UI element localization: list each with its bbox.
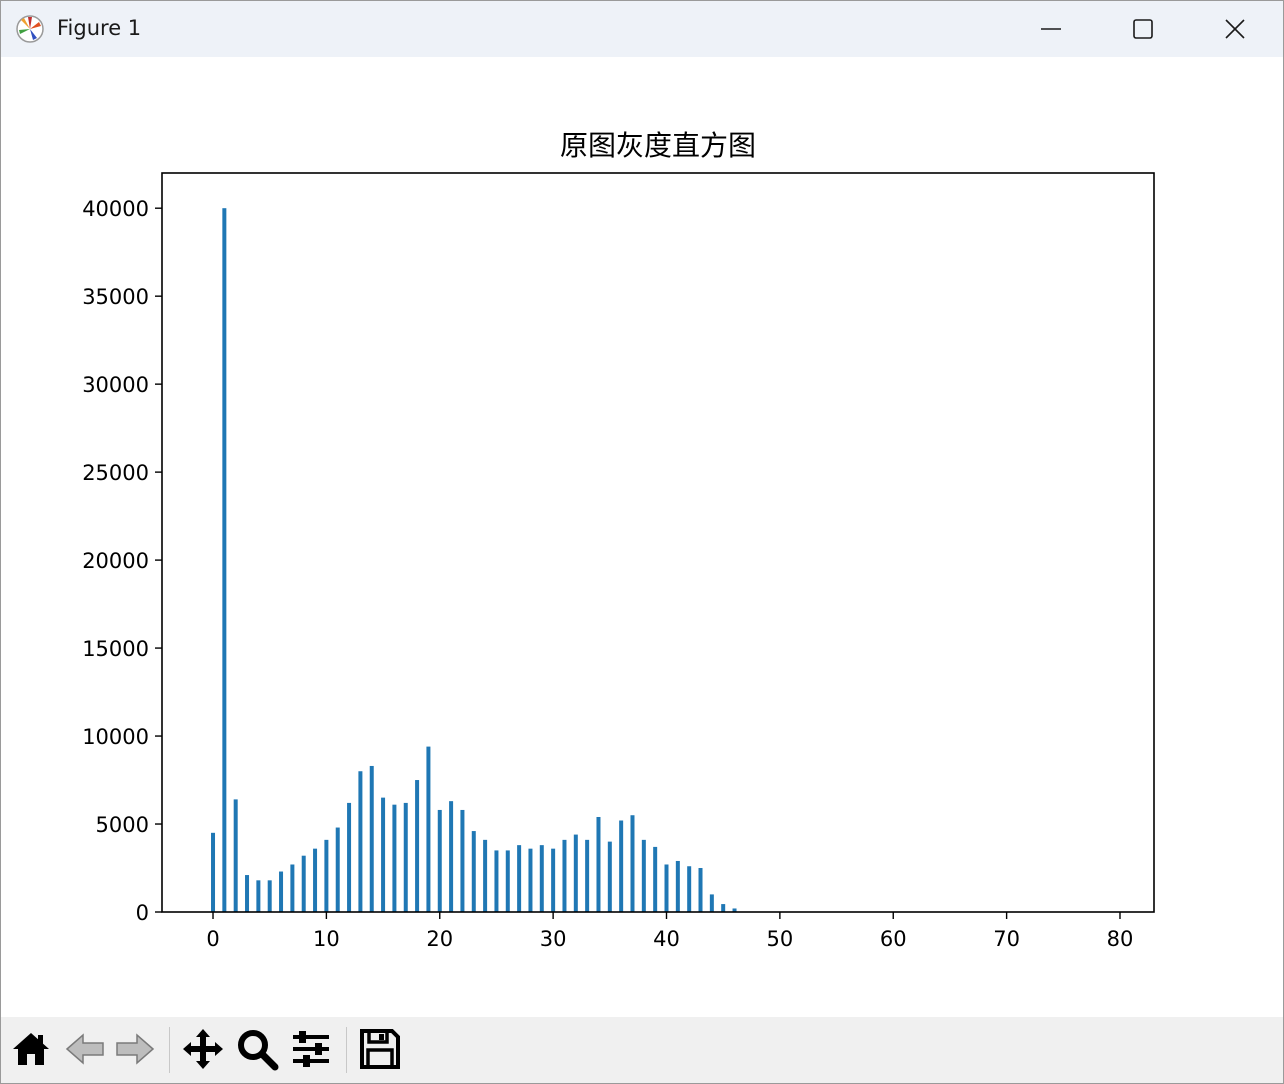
histogram-bar	[335, 827, 340, 912]
histogram-bar	[675, 860, 680, 912]
toolbar-separator	[169, 1027, 170, 1073]
toolbar-separator	[346, 1027, 347, 1073]
figure-window: Figure 1 原图灰度直方图 0 10 20 30 40 50 60 70 80 0 5000…	[0, 0, 1284, 1084]
configure-subplots-button[interactable]	[287, 1025, 335, 1075]
close-button[interactable]	[1189, 1, 1281, 57]
histogram-bar	[698, 868, 703, 912]
home-icon	[13, 1033, 49, 1065]
histogram-bar	[460, 809, 465, 912]
histogram-bar	[607, 841, 612, 912]
histogram-bar	[324, 839, 329, 912]
back-button[interactable]	[61, 1025, 109, 1075]
histogram-bar	[505, 850, 510, 912]
histogram-bar	[301, 855, 306, 912]
histogram-bar	[256, 880, 261, 912]
forward-button[interactable]	[111, 1025, 159, 1075]
y-tick-label: 25000	[82, 461, 149, 485]
histogram-bar	[222, 208, 227, 912]
chart-title: 原图灰度直方图	[560, 129, 756, 162]
x-tick-label: 40	[653, 927, 680, 951]
x-tick-label: 10	[313, 927, 340, 951]
histogram-bar	[653, 846, 658, 912]
y-tick-label: 35000	[82, 285, 149, 309]
histogram-bar	[709, 894, 714, 912]
left-arrow-icon	[65, 1033, 104, 1065]
histogram-bar	[596, 816, 601, 912]
sliders-icon	[293, 1031, 329, 1067]
histogram-bar	[573, 834, 578, 912]
histogram-bar	[585, 839, 590, 912]
histogram-bar	[358, 771, 363, 912]
y-tick-label: 15000	[82, 637, 149, 661]
axes-frame	[161, 172, 1155, 913]
histogram-bar	[426, 746, 431, 912]
histogram-bar	[528, 848, 533, 912]
y-tick-label: 40000	[82, 197, 149, 221]
histogram-bar	[562, 839, 567, 912]
histogram-bar	[415, 780, 420, 912]
histogram-bar	[245, 875, 250, 912]
x-tick-label: 70	[993, 927, 1020, 951]
histogram-bar	[392, 804, 397, 912]
y-tick-label: 10000	[82, 725, 149, 749]
histogram-bar	[517, 845, 522, 912]
histogram-bar	[449, 801, 454, 912]
y-tick-label: 30000	[82, 373, 149, 397]
floppy-disk-icon	[360, 1029, 400, 1069]
histogram-bar	[369, 765, 374, 912]
title-bar[interactable]: Figure 1	[1, 1, 1283, 57]
zoom-button[interactable]	[233, 1025, 281, 1075]
minimize-button[interactable]	[1005, 1, 1097, 57]
right-arrow-icon	[116, 1033, 155, 1065]
histogram-bar	[279, 871, 284, 912]
histogram-bar	[483, 839, 488, 912]
histogram-bar	[494, 850, 499, 912]
y-tick-label: 5000	[96, 813, 149, 837]
histogram-chart: 原图灰度直方图 0 10 20 30 40 50 60 70 80 0 5000 10000 1500…	[82, 129, 1155, 951]
histogram-bar	[347, 802, 352, 912]
histogram-bar	[641, 839, 646, 912]
histogram-bar	[664, 864, 669, 912]
matplotlib-logo-icon	[15, 14, 45, 44]
minimize-icon	[1041, 28, 1061, 30]
y-tick-label: 20000	[82, 549, 149, 573]
histogram-bar	[233, 799, 238, 912]
figure-canvas[interactable]: 原图灰度直方图 0 10 20 30 40 50 60 70 80 0 5000 10000 1500…	[1, 57, 1283, 1017]
histogram-bar	[471, 831, 476, 912]
histogram-bar	[381, 797, 386, 912]
histogram-bar	[619, 820, 624, 912]
save-button[interactable]	[356, 1025, 404, 1075]
maximize-button[interactable]	[1097, 1, 1189, 57]
x-tick-label: 80	[1107, 927, 1134, 951]
histogram-bar	[313, 848, 318, 912]
pan-button[interactable]	[179, 1025, 227, 1075]
close-icon	[1225, 19, 1245, 39]
histogram-bar	[290, 864, 295, 912]
x-tick-label: 20	[426, 927, 453, 951]
magnifier-icon	[238, 1030, 279, 1071]
histogram-bar	[539, 845, 544, 912]
window-title: Figure 1	[57, 16, 142, 40]
histogram-bar	[630, 815, 635, 912]
x-tick-label: 30	[540, 927, 567, 951]
x-tick-label: 50	[767, 927, 794, 951]
home-button[interactable]	[7, 1025, 55, 1075]
histogram-bar	[211, 832, 216, 912]
histogram-bar	[551, 848, 556, 912]
x-tick-label: 0	[206, 927, 219, 951]
histogram-bar	[687, 866, 692, 912]
histogram-bar	[267, 880, 272, 912]
y-tick-label: 0	[136, 901, 149, 925]
maximize-icon	[1133, 19, 1153, 39]
histogram-bar	[437, 809, 442, 912]
move-icon	[183, 1029, 223, 1069]
x-tick-label: 60	[880, 927, 907, 951]
histogram-bar	[403, 802, 408, 912]
navigation-toolbar	[1, 1017, 1283, 1083]
histogram-bar	[721, 904, 726, 912]
